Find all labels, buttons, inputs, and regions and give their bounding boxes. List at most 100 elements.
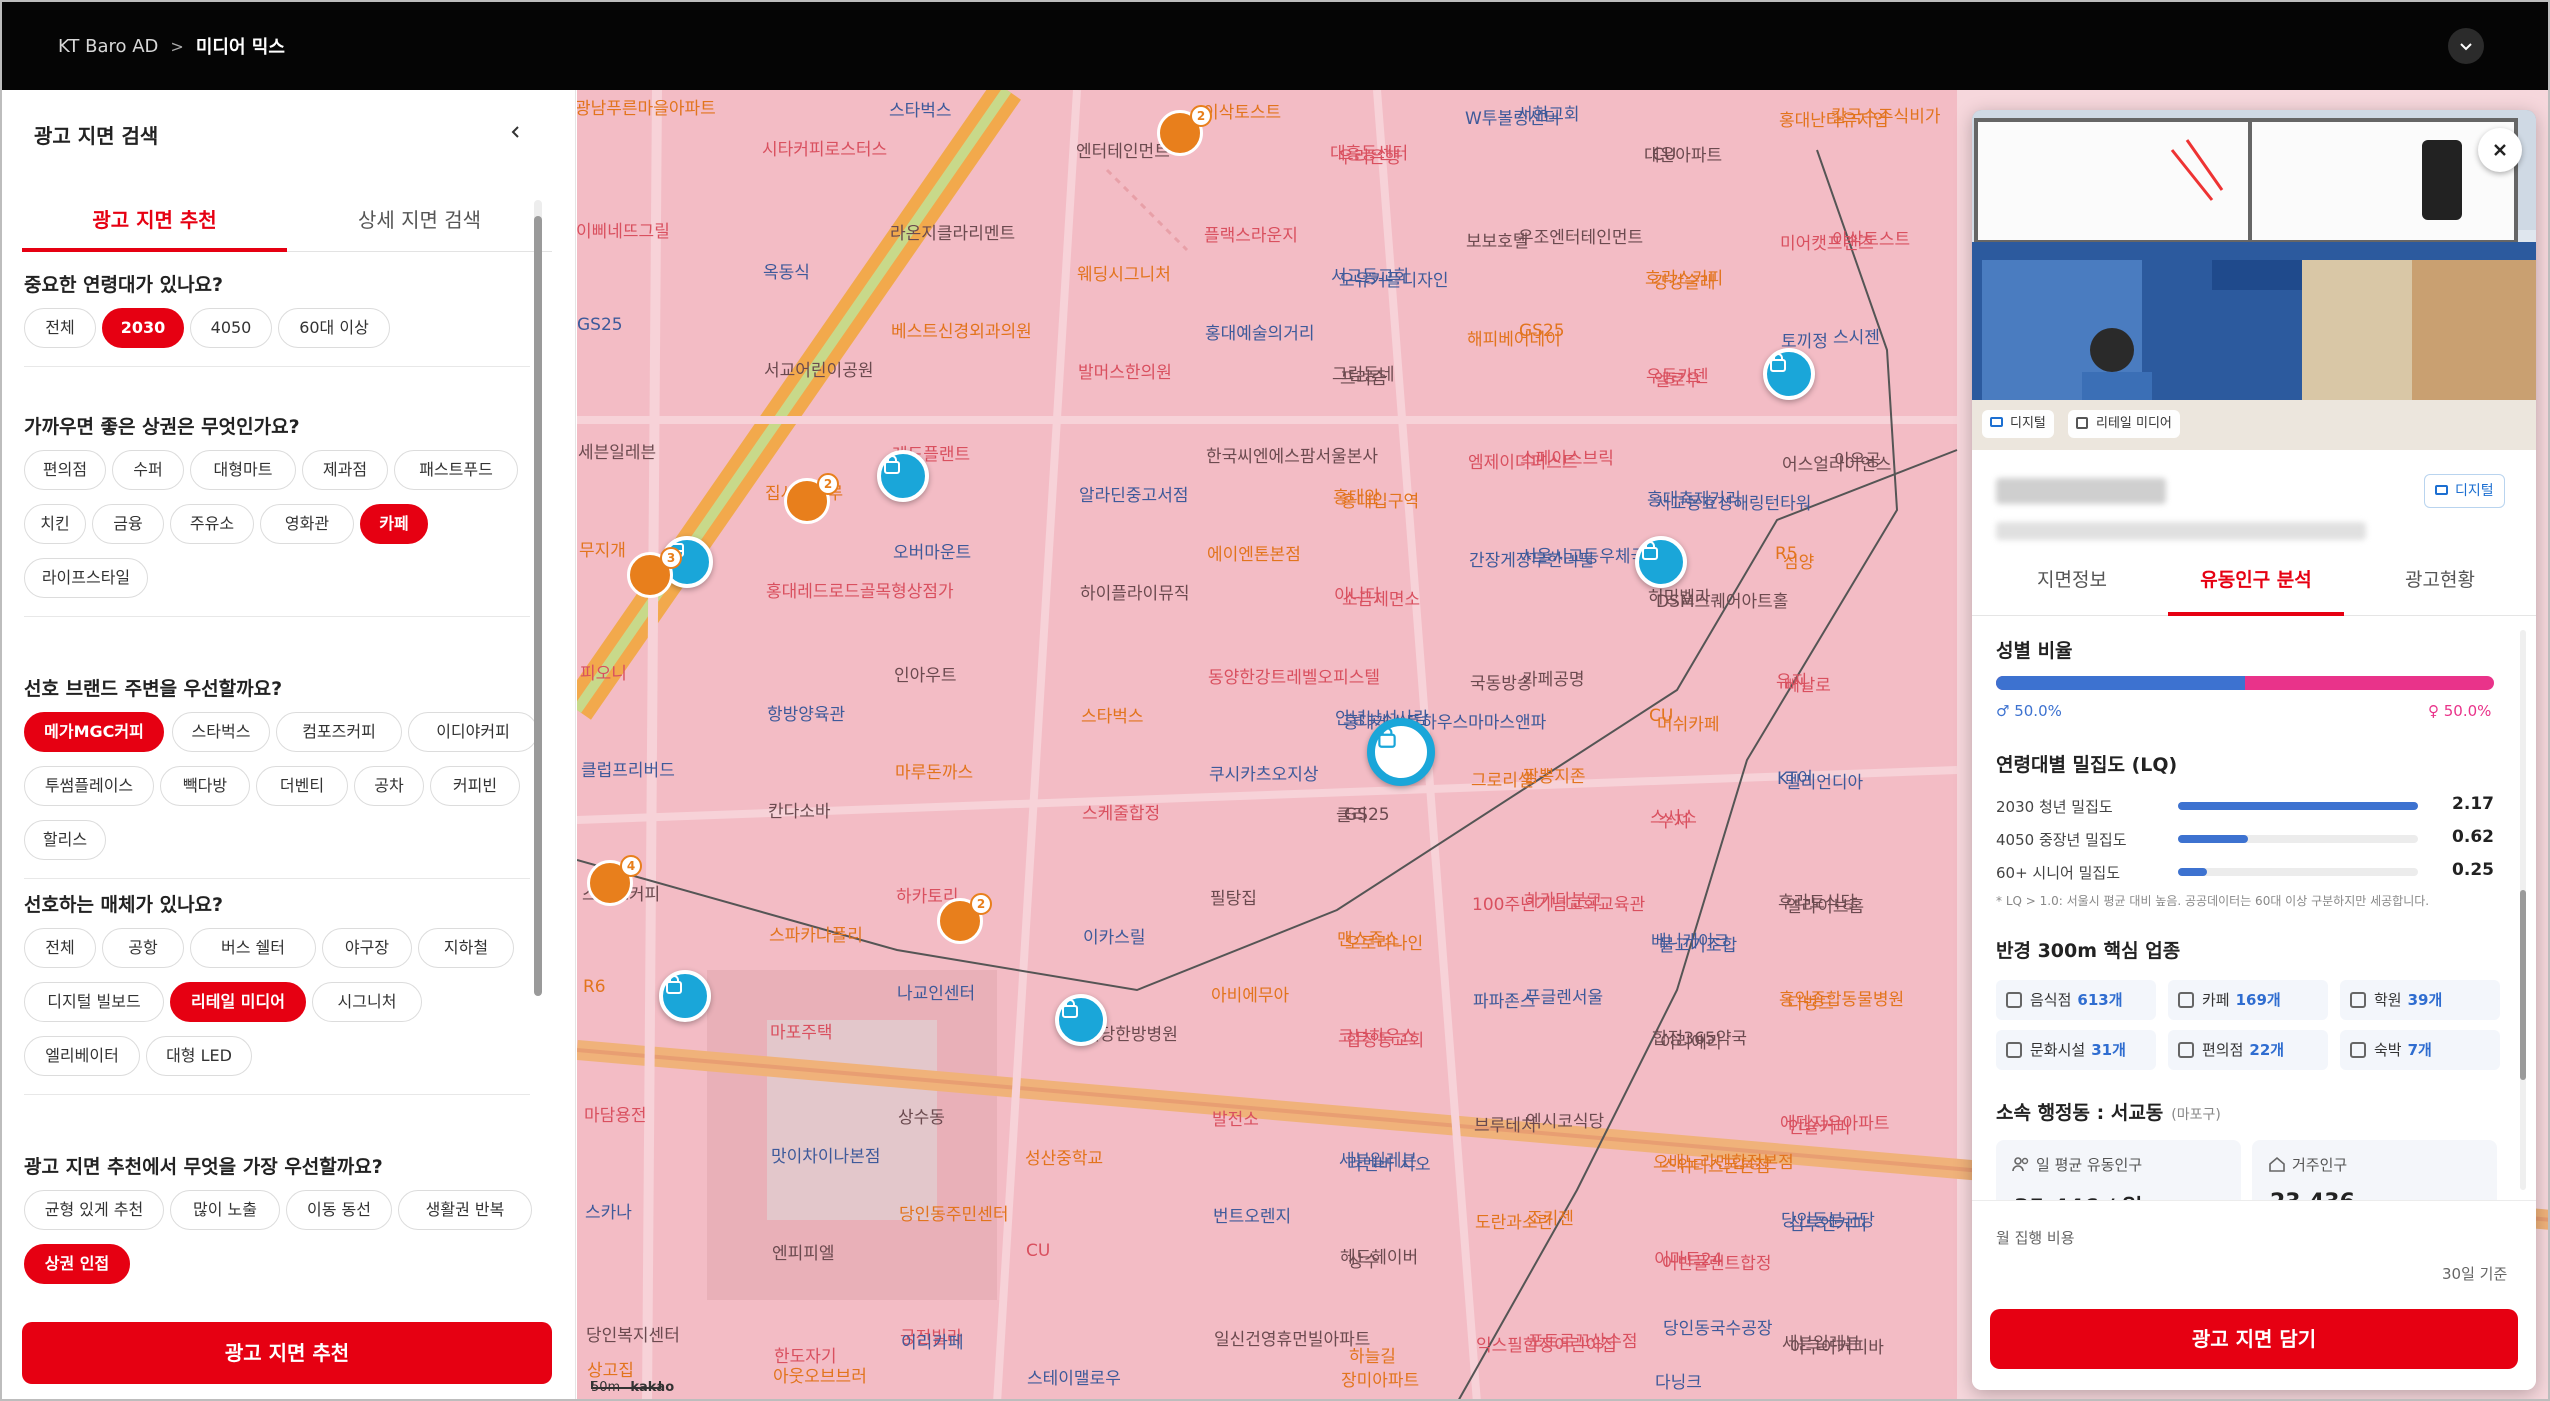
map-place-label[interactable]: 미어캣프랜즈 — [1780, 229, 1874, 254]
tab-site-info[interactable]: 지면정보 — [2002, 560, 2142, 616]
map-place-label[interactable]: 스케줄합정 — [1082, 799, 1160, 824]
map-place-label[interactable]: 우조엔터테인먼트 — [1518, 223, 1643, 248]
map-place-label[interactable]: 프리즘 — [1340, 364, 1387, 389]
option-chip[interactable]: 컴포즈커피 — [276, 712, 402, 752]
map-place-label[interactable]: 맛이차이나본점 — [771, 1142, 880, 1167]
map-place-label[interactable]: 엘로우 — [1654, 366, 1701, 391]
chevron-down-icon[interactable] — [2448, 28, 2484, 64]
map-place-label[interactable]: 장미아파트 — [1341, 1366, 1419, 1391]
retail-pin[interactable] — [1055, 994, 1107, 1046]
option-chip[interactable]: 수퍼 — [112, 450, 184, 490]
map-place-label[interactable]: 스위티스폰본점 — [1661, 1152, 1770, 1177]
retail-pin[interactable] — [659, 970, 711, 1022]
map-place-label[interactable]: CU — [1026, 1241, 1050, 1261]
option-chip[interactable]: 더벤티 — [256, 766, 348, 806]
option-chip[interactable]: 할리스 — [24, 820, 106, 860]
map-place-label[interactable]: 상고집 — [587, 1356, 634, 1381]
map-place-label[interactable]: 이리카페 — [901, 1328, 964, 1353]
map-place-label[interactable]: 파파존스 — [1473, 987, 1536, 1012]
map-place-label[interactable]: 소금제면소 — [1342, 585, 1420, 610]
map-place-label[interactable]: 이리에라 — [1660, 1028, 1723, 1053]
map-place-label[interactable]: 옥동식 — [763, 258, 810, 283]
map-place-label[interactable]: R6 — [583, 977, 606, 997]
map-place-label[interactable]: 우리은행 — [1338, 143, 1401, 168]
option-chip[interactable]: 시그니처 — [312, 982, 422, 1022]
option-chip[interactable]: 리테일 미디어 — [170, 982, 306, 1022]
option-chip[interactable]: 영화관 — [260, 504, 354, 544]
map-place-label[interactable]: 한도자기 — [774, 1342, 837, 1367]
cluster-pin[interactable]: 4 — [587, 855, 642, 906]
map-place-label[interactable]: 오로라나인 — [1345, 929, 1423, 954]
option-chip[interactable]: 지하철 — [418, 928, 514, 968]
map-place-label[interactable]: 이삭토스트 — [1203, 98, 1281, 123]
option-chip[interactable]: 많이 노출 — [170, 1190, 280, 1230]
map-place-label[interactable]: 일신건영휴먼빌아파트 — [1214, 1325, 1370, 1350]
option-chip[interactable]: 금융 — [92, 504, 164, 544]
option-chip[interactable]: 이디야커피 — [408, 712, 538, 752]
map-place-label[interactable]: 홍대입구역 — [1341, 487, 1419, 512]
map-place-label[interactable]: 상수 — [1348, 1247, 1379, 1272]
map-place-label[interactable]: 익스필합정어린이집 — [1476, 1331, 1617, 1356]
cluster-pin[interactable]: 2 — [784, 473, 839, 524]
map-place-label[interactable]: 엔터테인먼트 — [1076, 137, 1170, 162]
map-place-label[interactable]: 서교동효성해링턴타워 — [1655, 489, 1811, 514]
map-place-label[interactable]: 쿠시카츠오지상 — [1209, 760, 1318, 785]
map-place-label[interactable]: 도란과소란 — [1475, 1208, 1553, 1233]
map-place-label[interactable]: 스타벅스 — [1081, 702, 1144, 727]
map-place-label[interactable]: 당인동국수공장 — [1663, 1314, 1772, 1339]
map-place-label[interactable]: 상수동 — [898, 1103, 945, 1128]
map-place-label[interactable]: 빼날로 — [1784, 671, 1831, 696]
map-place-label[interactable]: 홍대난타유지업 — [1779, 106, 1888, 131]
map-place-label[interactable]: 무지개 — [579, 536, 626, 561]
map-place-label[interactable]: 베스트신경외과의원 — [891, 317, 1032, 342]
map-place-label[interactable]: 홍대게스트하우스마마스앤파 — [1343, 708, 1546, 733]
map-place-label[interactable]: 마담용전 — [584, 1101, 647, 1126]
option-chip[interactable]: 공항 — [102, 928, 184, 968]
cluster-pin[interactable]: 2 — [1157, 105, 1212, 156]
map-place-label[interactable]: 한국씨엔에스팜서울본사 — [1206, 442, 1378, 467]
map-place-label[interactable]: 라멘바 시오 — [1347, 1150, 1431, 1175]
recommend-button[interactable]: 광고 지면 추천 — [22, 1322, 552, 1384]
map-place-label[interactable]: 라온지클라리멘트 — [890, 219, 1015, 244]
map-place-label[interactable]: 이카스릴 — [1083, 923, 1146, 948]
cluster-pin[interactable]: 3 — [627, 547, 682, 598]
map-place-label[interactable]: 멜리언디아 — [1785, 768, 1863, 793]
map-place-label[interactable]: 100주년기념교회교육관 — [1472, 890, 1645, 915]
tab-ad-status[interactable]: 광고현황 — [2370, 560, 2510, 616]
map-place-label[interactable]: 클럽프리버드 — [581, 756, 675, 781]
map-place-label[interactable]: 스시젠 — [1833, 323, 1880, 348]
map-place-label[interactable]: 심양 — [1783, 548, 1814, 573]
chevron-left-icon[interactable] — [502, 118, 530, 146]
map-place-label[interactable]: 플랙스라운지 — [1204, 221, 1298, 246]
option-chip[interactable]: 야구장 — [322, 928, 412, 968]
map-place-label[interactable]: 심루엔커피 — [1789, 1210, 1867, 1235]
map-place-label[interactable]: 얼라이브홈 — [1786, 892, 1864, 917]
map-place-label[interactable]: 하이플라이뮤직 — [1080, 579, 1189, 604]
map-place-label[interactable]: 다닝크 — [1655, 1368, 1702, 1393]
map-place-label[interactable]: 푸글렌서울 — [1525, 983, 1603, 1008]
map-place-label[interactable]: 브루테치 — [1474, 1111, 1537, 1136]
scrollbar-thumb[interactable] — [534, 216, 542, 996]
map-place-label[interactable]: 엑시코식당 — [1526, 1107, 1604, 1132]
option-chip[interactable]: 균형 있게 추천 — [24, 1190, 164, 1230]
map-place-label[interactable]: 항방양육관 — [767, 700, 845, 725]
option-chip[interactable]: 주유소 — [170, 504, 254, 544]
map-place-label[interactable]: 엔피피엘 — [772, 1239, 835, 1264]
map-place-label[interactable]: CU — [1652, 145, 1676, 165]
tab-traffic-analysis[interactable]: 유동인구 분석 — [2168, 560, 2344, 616]
map-place-label[interactable]: 광남푸른마을아파트 — [577, 94, 716, 119]
option-chip[interactable]: 치킨 — [24, 504, 86, 544]
option-chip[interactable]: 60대 이상 — [278, 308, 390, 348]
map-place-label[interactable]: 오버마운트 — [893, 538, 971, 563]
map-place-label[interactable]: GS25 — [577, 315, 623, 335]
map-place-label[interactable]: 디벙드 — [1787, 989, 1834, 1014]
map-place-label[interactable]: DSM스퀘어아트홀 — [1656, 587, 1788, 612]
option-chip[interactable]: 4050 — [190, 308, 272, 348]
map-place-label[interactable]: 나교인센터 — [897, 979, 975, 1004]
option-chip[interactable]: 투썸플레이스 — [24, 766, 154, 806]
option-chip[interactable]: 메가MGC커피 — [24, 712, 164, 752]
map-place-label[interactable]: 엠제이더퍼스트 — [1468, 448, 1577, 473]
map-place-label[interactable]: 번트오렌지 — [1213, 1202, 1291, 1227]
map-place-label[interactable]: 발전소 — [1212, 1105, 1259, 1130]
breadcrumb-root[interactable]: KT Baro AD — [58, 36, 158, 57]
